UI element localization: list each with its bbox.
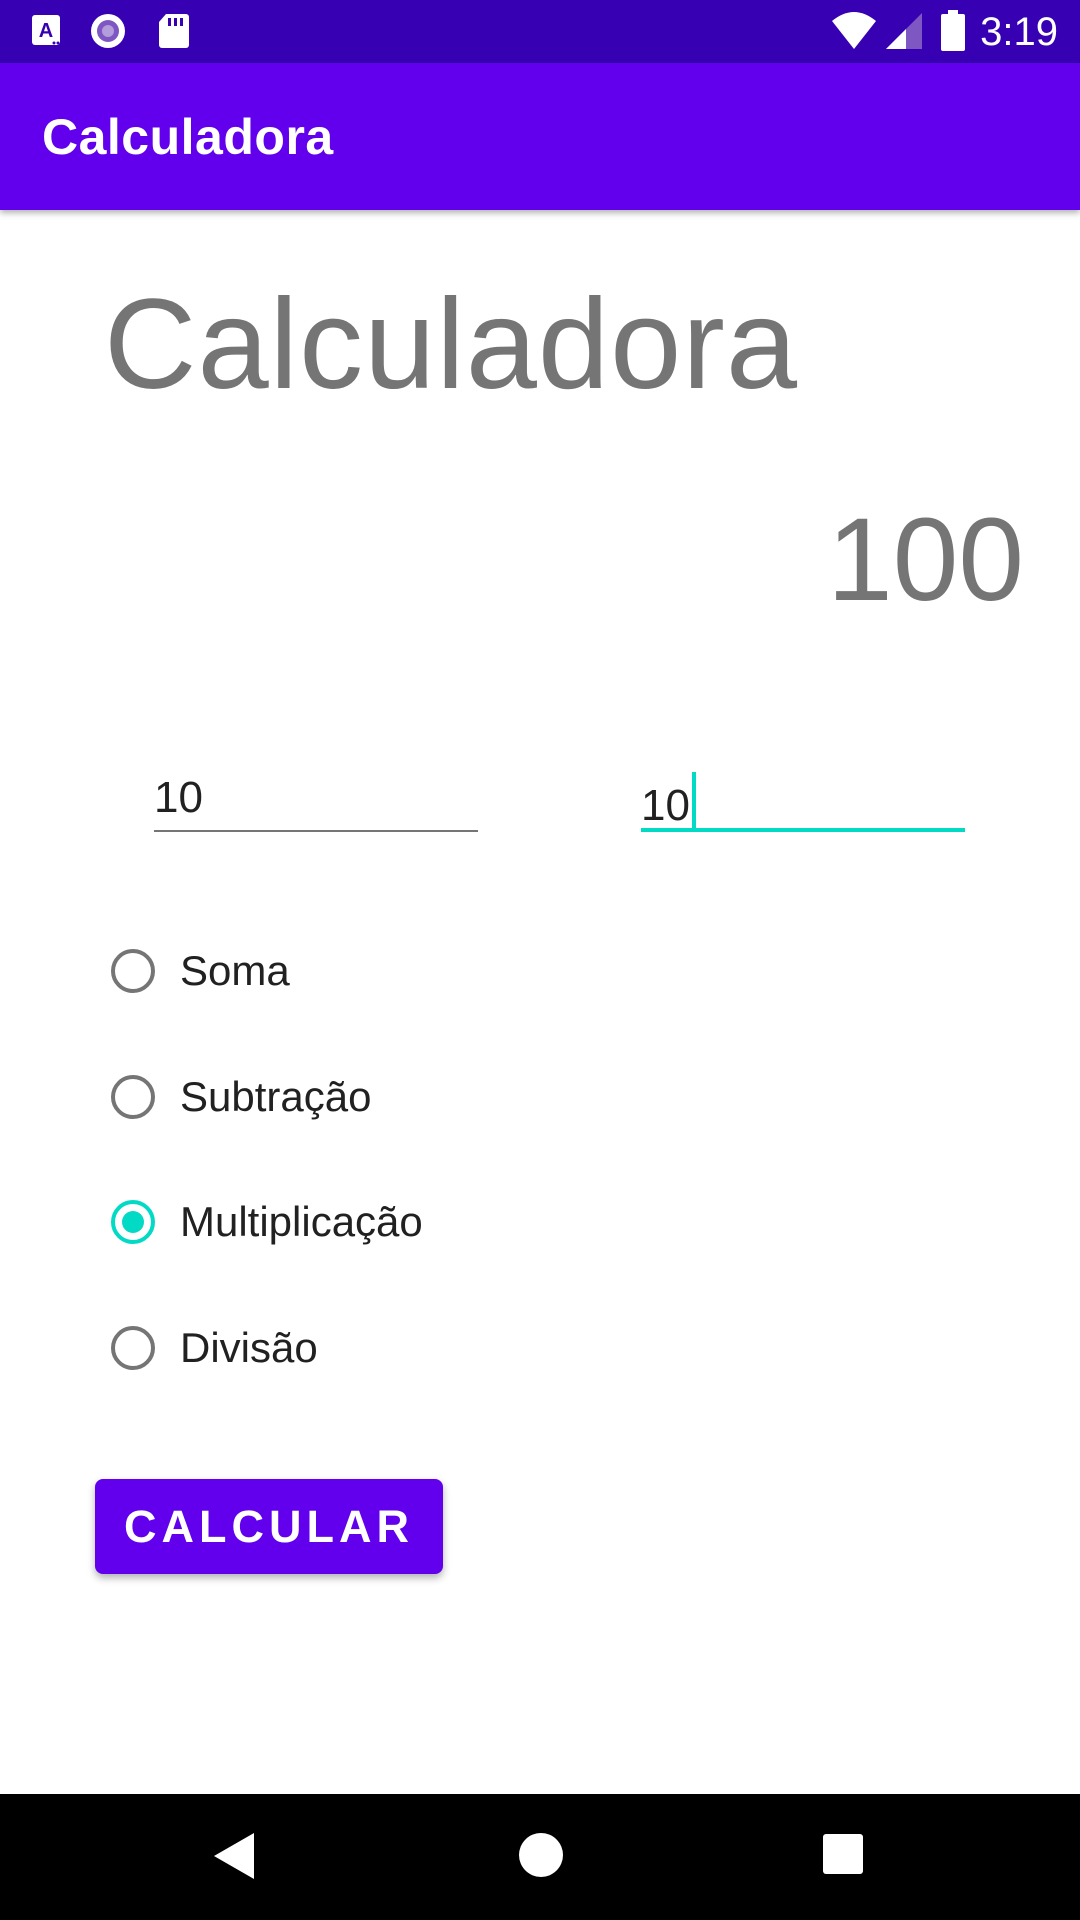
sd-card-icon [159, 14, 189, 48]
page-heading: Calculadora [104, 273, 799, 416]
navigation-bar [0, 1794, 1080, 1920]
app-bar: Calculadora [0, 63, 1080, 210]
first-number-underline [154, 830, 478, 832]
second-number-underline [641, 828, 965, 832]
recents-icon[interactable] [823, 1834, 863, 1874]
second-number-value: 10 [641, 781, 690, 830]
first-number-input[interactable]: 10 [154, 772, 478, 832]
result-display: 100 [827, 494, 1024, 626]
battery-icon [941, 10, 965, 51]
radio-soma-circle[interactable] [111, 949, 155, 993]
radio-multiplicacao-label[interactable]: Multiplicação [180, 1197, 423, 1247]
back-icon[interactable] [214, 1833, 254, 1879]
record-icon [91, 14, 125, 48]
home-icon[interactable] [519, 1833, 563, 1877]
radio-subtracao[interactable]: Subtração [108, 1067, 371, 1127]
svg-text:A: A [39, 20, 53, 42]
radio-subtracao-circle[interactable] [111, 1075, 155, 1119]
radio-divisao[interactable]: Divisão [108, 1318, 318, 1378]
text-cursor [691, 772, 696, 828]
radio-multiplicacao[interactable]: Multiplicação [108, 1192, 423, 1252]
radio-soma-label[interactable]: Soma [180, 946, 290, 996]
signal-icon [886, 13, 922, 49]
calculate-button[interactable]: CALCULAR [95, 1479, 443, 1574]
screen: A 3:19 Calculadora Calculadora 100 10 10… [0, 0, 1080, 1920]
first-number-value: 10 [154, 773, 203, 822]
radio-multiplicacao-circle[interactable] [111, 1200, 155, 1244]
radio-soma[interactable]: Soma [108, 941, 290, 1001]
wifi-icon [832, 12, 876, 49]
status-bar: A 3:19 [0, 0, 1080, 63]
app-title: Calculadora [42, 109, 334, 165]
status-time: 3:19 [980, 10, 1058, 54]
second-number-input[interactable]: 10 [641, 772, 965, 832]
accessibility-icon: A [32, 15, 60, 45]
radio-subtracao-label[interactable]: Subtração [180, 1072, 371, 1122]
radio-divisao-circle[interactable] [111, 1326, 155, 1370]
radio-divisao-label[interactable]: Divisão [180, 1323, 318, 1373]
